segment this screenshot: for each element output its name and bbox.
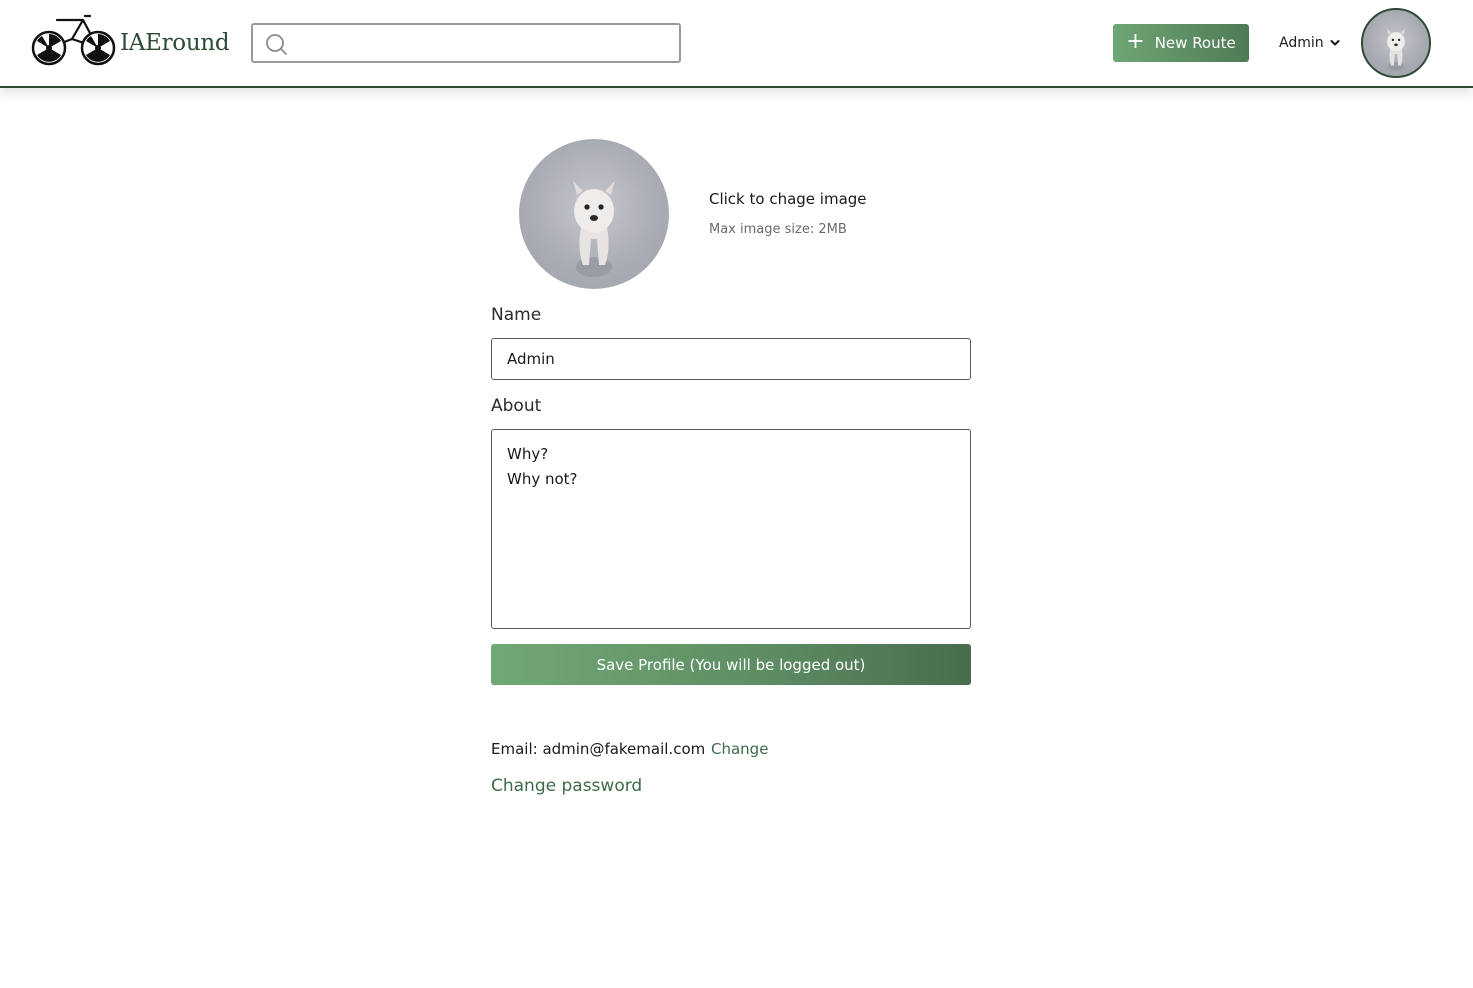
about-line: Why? (507, 445, 549, 463)
profile-image-picker[interactable] (519, 139, 669, 289)
name-field[interactable] (491, 338, 971, 380)
chevron-down-icon (1330, 40, 1340, 46)
dog-avatar-image (1386, 28, 1406, 71)
search-icon (266, 34, 287, 55)
change-password-link[interactable]: Change password (491, 776, 642, 796)
user-menu-dropdown[interactable]: Admin (1279, 33, 1340, 53)
new-route-button[interactable]: + New Route (1113, 24, 1249, 62)
save-profile-label: Save Profile (You will be logged out) (596, 655, 866, 674)
bicycle-icon (31, 14, 116, 66)
change-image-link[interactable]: Click to chage image (709, 190, 867, 208)
avatar[interactable] (1361, 8, 1431, 78)
about-textarea[interactable]: Why? Why not? (491, 429, 971, 629)
top-navbar: IAEround + New Route Admin (0, 0, 1473, 88)
search-input[interactable] (297, 27, 667, 59)
max-image-size-hint: Max image size: 2MB (709, 222, 847, 237)
dog-avatar-image (573, 181, 615, 277)
name-label: Name (491, 305, 542, 325)
change-email-link[interactable]: Change (711, 740, 768, 758)
user-menu-label: Admin (1279, 35, 1324, 51)
new-route-label: New Route (1154, 34, 1236, 52)
save-profile-button[interactable]: Save Profile (You will be logged out) (491, 644, 971, 685)
logo[interactable]: IAEround (30, 12, 230, 72)
about-label: About (491, 396, 542, 416)
plus-icon: + (1126, 29, 1145, 54)
brand-name: IAEround (120, 30, 230, 56)
about-line: Why not? (507, 470, 578, 488)
search-bar[interactable] (251, 23, 681, 63)
email-display: Email: admin@fakemail.com (491, 740, 706, 758)
